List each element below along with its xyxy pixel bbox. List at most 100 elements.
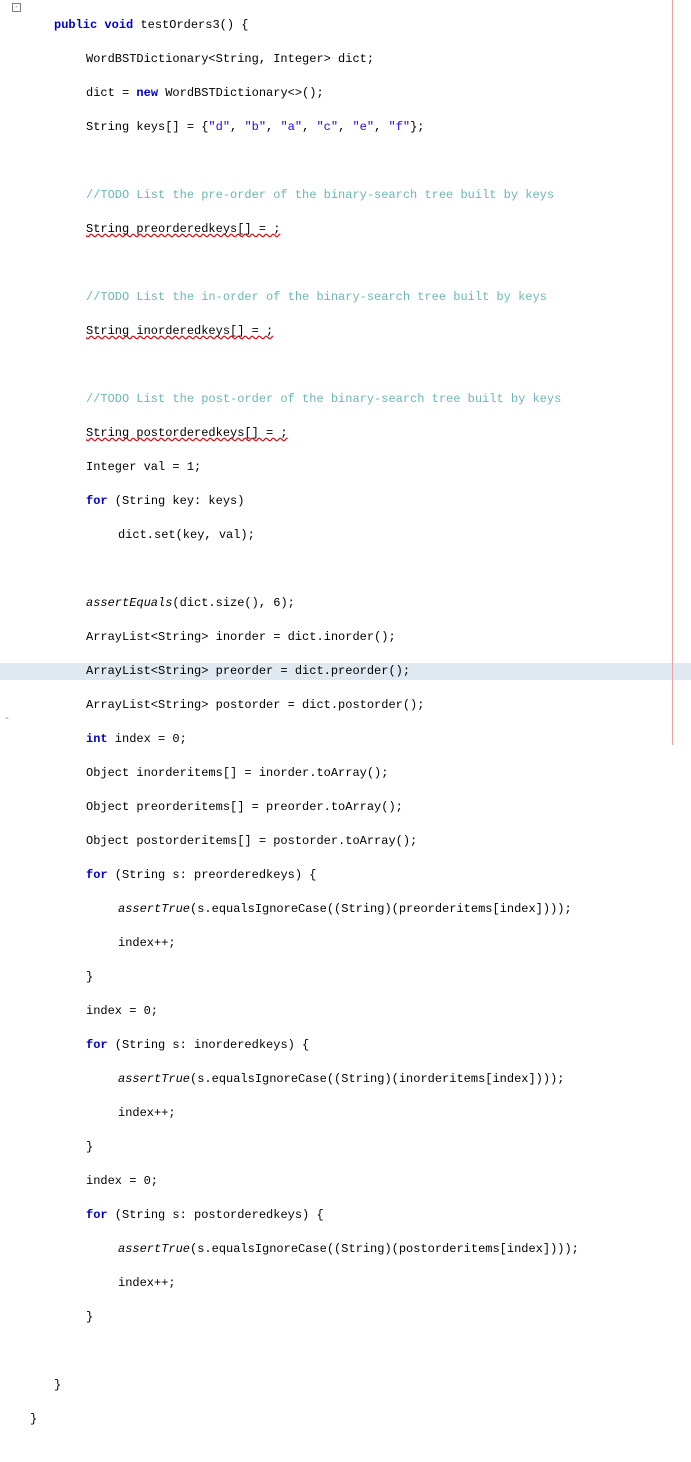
code-line[interactable]: index++; xyxy=(30,1275,579,1292)
code-line[interactable]: } xyxy=(30,969,579,986)
code-line[interactable]: Integer val = 1; xyxy=(30,459,579,476)
code-line[interactable]: assertTrue(s.equalsIgnoreCase((String)(p… xyxy=(30,1241,579,1258)
code-line[interactable]: for (String key: keys) xyxy=(30,493,579,510)
code-editor[interactable]: - - public void testOrders3() { WordBSTD… xyxy=(0,0,691,745)
string-literal: "d" xyxy=(208,120,230,134)
comment: //TODO List the pre-order of the binary-… xyxy=(86,188,554,202)
code-line[interactable]: String keys[] = {"d", "b", "a", "c", "e"… xyxy=(30,119,579,136)
string-literal: "f" xyxy=(389,120,411,134)
code-text: (s.equalsIgnoreCase((String)(inorderitem… xyxy=(190,1072,564,1086)
code-text: Object preorderitems[] = preorder.toArra… xyxy=(86,800,403,814)
code-line[interactable]: //TODO List the in-order of the binary-s… xyxy=(30,289,579,306)
blank-line[interactable] xyxy=(30,255,579,272)
error-code: String inorderedkeys[] = ; xyxy=(86,324,273,338)
code-line[interactable]: } xyxy=(30,1411,579,1428)
code-line[interactable]: index = 0; xyxy=(30,1173,579,1190)
code-text: } xyxy=(86,970,93,984)
code-line[interactable]: dict.set(key, val); xyxy=(30,527,579,544)
code-line[interactable]: ArrayList<String> postorder = dict.posto… xyxy=(30,697,579,714)
code-text: (String s: preorderedkeys) { xyxy=(108,868,317,882)
fold-toggle-icon[interactable]: - xyxy=(12,3,21,12)
code-text: } xyxy=(86,1140,93,1154)
keyword-for: for xyxy=(86,1208,108,1222)
code-text: dict.set(key, val); xyxy=(118,528,255,542)
keyword-for: for xyxy=(86,868,108,882)
code-text: (String s: inorderedkeys) { xyxy=(108,1038,310,1052)
code-line[interactable]: assertTrue(s.equalsIgnoreCase((String)(i… xyxy=(30,1071,579,1088)
code-line[interactable]: } xyxy=(30,1309,579,1326)
keyword-for: for xyxy=(86,494,108,508)
code-text: Object postorderitems[] = postorder.toAr… xyxy=(86,834,417,848)
code-line[interactable]: String inorderedkeys[] = ; xyxy=(30,323,579,340)
code-text: dict = xyxy=(86,86,136,100)
code-line[interactable]: index++; xyxy=(30,1105,579,1122)
method-name: testOrders3() { xyxy=(133,18,248,32)
code-line[interactable]: index++; xyxy=(30,935,579,952)
assert-call: assertTrue xyxy=(118,902,190,916)
code-text: index++; xyxy=(118,1276,176,1290)
code-line[interactable]: index = 0; xyxy=(30,1003,579,1020)
code-text: (s.equalsIgnoreCase((String)(preorderite… xyxy=(190,902,572,916)
right-margin-line xyxy=(672,0,673,745)
code-content[interactable]: public void testOrders3() { WordBSTDicti… xyxy=(30,0,579,1462)
assert-call: assertEquals xyxy=(86,596,172,610)
keyword-public: public xyxy=(54,18,97,32)
code-line[interactable]: //TODO List the pre-order of the binary-… xyxy=(30,187,579,204)
blank-line[interactable] xyxy=(30,561,579,578)
keyword-int: int xyxy=(86,732,108,746)
code-line[interactable]: String preorderedkeys[] = ; xyxy=(30,221,579,238)
blank-line[interactable] xyxy=(30,357,579,374)
code-text: (dict.size(), 6); xyxy=(172,596,294,610)
code-text: (String key: keys) xyxy=(108,494,245,508)
code-line[interactable]: Object inorderitems[] = inorder.toArray(… xyxy=(30,765,579,782)
blank-line[interactable] xyxy=(30,1343,579,1360)
code-text: index++; xyxy=(118,1106,176,1120)
code-line[interactable]: for (String s: preorderedkeys) { xyxy=(30,867,579,884)
code-text: Object inorderitems[] = inorder.toArray(… xyxy=(86,766,388,780)
string-literal: "a" xyxy=(280,120,302,134)
blank-line[interactable] xyxy=(30,153,579,170)
comment: //TODO List the in-order of the binary-s… xyxy=(86,290,547,304)
code-text: index = 0; xyxy=(108,732,187,746)
code-text: ArrayList<String> postorder = dict.posto… xyxy=(86,698,424,712)
code-line[interactable]: int index = 0; xyxy=(30,731,579,748)
editor-gutter: - - xyxy=(0,0,30,745)
code-line[interactable]: } xyxy=(30,1139,579,1156)
code-text: (s.equalsIgnoreCase((String)(postorderit… xyxy=(190,1242,579,1256)
assert-call: assertTrue xyxy=(118,1072,190,1086)
code-text: index = 0; xyxy=(86,1004,158,1018)
code-line[interactable]: Object preorderitems[] = preorder.toArra… xyxy=(30,799,579,816)
code-text: ArrayList<String> preorder = dict.preord… xyxy=(86,664,410,678)
keyword-void: void xyxy=(104,18,133,32)
code-text: } xyxy=(30,1412,37,1426)
code-line[interactable]: WordBSTDictionary<String, Integer> dict; xyxy=(30,51,579,68)
comment: //TODO List the post-order of the binary… xyxy=(86,392,561,406)
error-code: String postorderedkeys[] = ; xyxy=(86,426,288,440)
code-line[interactable]: ArrayList<String> inorder = dict.inorder… xyxy=(30,629,579,646)
keyword-new: new xyxy=(136,86,158,100)
code-text: } xyxy=(54,1378,61,1392)
string-literal: "c" xyxy=(316,120,338,134)
code-line[interactable]: String postorderedkeys[] = ; xyxy=(30,425,579,442)
code-line[interactable]: ArrayList<String> preorder = dict.preord… xyxy=(30,663,579,680)
code-line[interactable]: assertTrue(s.equalsIgnoreCase((String)(p… xyxy=(30,901,579,918)
code-line[interactable]: public void testOrders3() { xyxy=(30,17,579,34)
code-text: WordBSTDictionary<>(); xyxy=(158,86,324,100)
code-text: String keys[] = { xyxy=(86,120,208,134)
code-text: index++; xyxy=(118,936,176,950)
code-line[interactable]: //TODO List the post-order of the binary… xyxy=(30,391,579,408)
code-line[interactable]: for (String s: postorderedkeys) { xyxy=(30,1207,579,1224)
keyword-for: for xyxy=(86,1038,108,1052)
code-text: Integer val = 1; xyxy=(86,460,201,474)
code-text: index = 0; xyxy=(86,1174,158,1188)
code-line[interactable]: Object postorderitems[] = postorder.toAr… xyxy=(30,833,579,850)
assert-call: assertTrue xyxy=(118,1242,190,1256)
code-text: WordBSTDictionary<String, Integer> dict; xyxy=(86,52,374,66)
code-line[interactable]: for (String s: inorderedkeys) { xyxy=(30,1037,579,1054)
error-code: String preorderedkeys[] = ; xyxy=(86,222,280,236)
code-line[interactable]: } xyxy=(30,1377,579,1394)
code-text: (String s: postorderedkeys) { xyxy=(108,1208,324,1222)
code-line[interactable]: dict = new WordBSTDictionary<>(); xyxy=(30,85,579,102)
code-text: } xyxy=(86,1310,93,1324)
code-line[interactable]: assertEquals(dict.size(), 6); xyxy=(30,595,579,612)
